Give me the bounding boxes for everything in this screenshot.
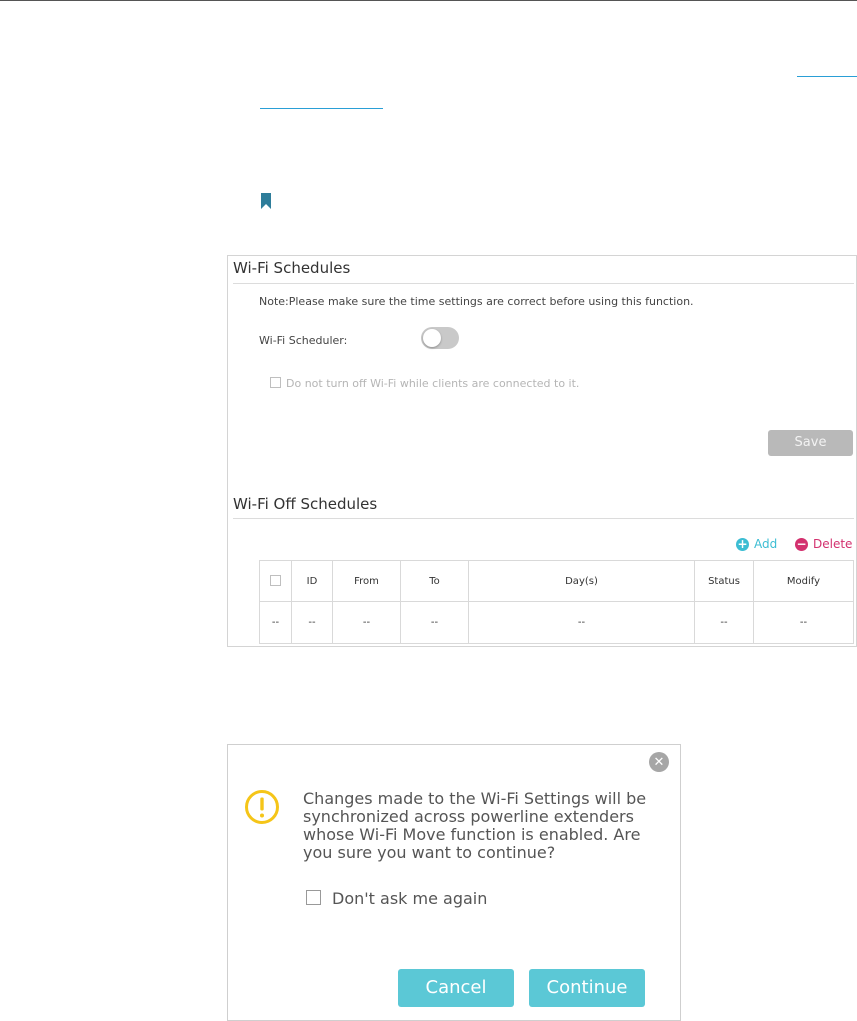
select-all-checkbox[interactable] — [270, 575, 281, 587]
wifi-scheduler-toggle[interactable] — [421, 327, 459, 349]
table-row: -- -- -- -- -- -- -- — [259, 601, 854, 644]
table-cell: -- — [332, 601, 401, 644]
continue-button[interactable]: Continue — [529, 969, 645, 1007]
table-cell: -- — [400, 601, 469, 644]
delete-button[interactable]: − Delete — [795, 537, 852, 551]
table-cell: -- — [259, 601, 292, 644]
section-title-wifi-off-schedules: Wi-Fi Off Schedules — [233, 495, 378, 513]
column-header-from[interactable]: From — [332, 560, 401, 602]
save-button[interactable]: Save — [768, 430, 853, 456]
wifi-off-schedules-table: ID From To Day(s) Status Modify -- -- --… — [259, 560, 854, 644]
table-cell: -- — [291, 601, 333, 644]
delete-label: Delete — [813, 537, 853, 551]
section-title-wifi-schedules: Wi-Fi Schedules — [233, 259, 351, 277]
wifi-schedules-panel: Wi-Fi Schedules Note:Please make sure th… — [227, 255, 857, 647]
top-divider — [0, 0, 857, 1]
column-header-modify[interactable]: Modify — [753, 560, 854, 602]
column-header-to[interactable]: To — [400, 560, 469, 602]
keep-wifi-on-checkbox[interactable] — [270, 377, 281, 388]
column-header-status[interactable]: Status — [694, 560, 754, 602]
document-link-fragment[interactable] — [260, 94, 383, 109]
table-header-row: ID From To Day(s) Status Modify — [259, 560, 854, 602]
dont-ask-label: Don't ask me again — [332, 889, 488, 908]
table-cell: -- — [753, 601, 854, 644]
exclamation-circle-icon — [245, 790, 279, 824]
keep-wifi-on-label: Do not turn off Wi-Fi while clients are … — [286, 377, 580, 390]
plus-circle-icon: + — [736, 536, 749, 551]
add-label: Add — [754, 537, 778, 551]
bookmark-icon — [261, 193, 271, 209]
close-icon[interactable]: ✕ — [649, 752, 669, 772]
time-settings-note: Note:Please make sure the time settings … — [259, 295, 694, 308]
document-link-fragment[interactable] — [797, 62, 857, 77]
dialog-message: Changes made to the Wi-Fi Settings will … — [303, 789, 647, 862]
cancel-button[interactable]: Cancel — [398, 969, 514, 1007]
section-divider — [233, 518, 854, 519]
wifi-scheduler-label: Wi-Fi Scheduler: — [259, 334, 348, 347]
select-all-cell — [259, 560, 292, 602]
column-header-id[interactable]: ID — [291, 560, 333, 602]
column-header-days[interactable]: Day(s) — [468, 560, 695, 602]
toggle-knob — [423, 329, 441, 347]
minus-circle-icon: − — [795, 536, 808, 551]
sync-confirm-dialog: ✕ Changes made to the Wi-Fi Settings wil… — [227, 744, 681, 1021]
table-cell: -- — [694, 601, 754, 644]
dont-ask-checkbox[interactable] — [306, 890, 321, 905]
table-cell: -- — [468, 601, 695, 644]
section-divider — [233, 283, 854, 284]
add-button[interactable]: + Add — [736, 537, 777, 551]
